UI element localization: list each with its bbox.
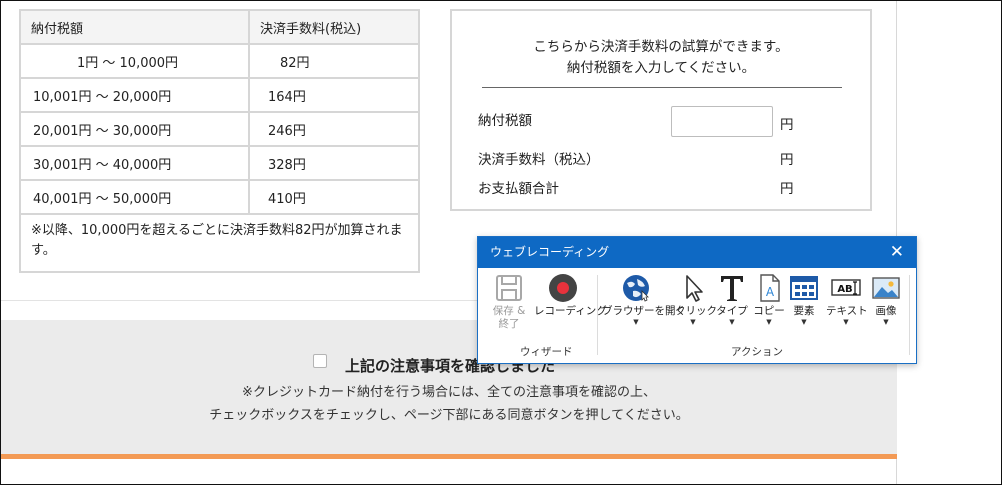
text-type-icon xyxy=(721,276,743,301)
table-row: 40,001円 ～ 50,000円 410円 xyxy=(19,179,420,215)
text-label: テキスト xyxy=(826,305,868,317)
type-button[interactable]: タイプ ▼ xyxy=(714,273,750,326)
table-row: 20,001円 ～ 30,000円 246円 xyxy=(19,111,420,147)
panel-title: ウェブレコーディング xyxy=(490,245,610,259)
dropdown-arrow-icon[interactable]: ▼ xyxy=(602,318,670,326)
agree-checkbox[interactable] xyxy=(313,354,327,368)
dropdown-arrow-icon[interactable]: ▼ xyxy=(787,318,821,326)
copy-button[interactable]: A コピー ▼ xyxy=(752,273,786,326)
fee-cell: 82円 xyxy=(248,43,420,79)
click-button[interactable]: クリック ▼ xyxy=(675,273,717,326)
group-separator xyxy=(597,275,598,355)
calculator-intro-line1: こちらから決済手数料の試算ができます。 xyxy=(533,39,789,55)
panel-titlebar: ウェブレコーディング ✕ xyxy=(478,237,916,268)
record-button[interactable]: レコーディング xyxy=(534,273,607,318)
record-label: レコーディング xyxy=(534,305,607,317)
open-browser-button[interactable]: ブラウザーを開く ▼ xyxy=(602,273,686,326)
dropdown-arrow-icon[interactable]: ▼ xyxy=(826,318,866,326)
range-cell: 30,001円 ～ 40,000円 xyxy=(19,145,250,181)
globe-icon xyxy=(623,275,649,302)
total-unit: 円 xyxy=(780,181,794,197)
fee-cell: 246円 xyxy=(248,111,420,147)
record-icon xyxy=(549,274,577,302)
table-note-row: ※以降、10,000円を超えるごとに決済手数料82円が加算されます。 xyxy=(19,213,420,273)
save-exit-button[interactable]: 保存 & 終了 xyxy=(488,273,530,331)
table-row: 1円 ～ 10,000円 82円 xyxy=(19,43,420,79)
svg-text:AB: AB xyxy=(837,284,852,295)
element-button[interactable]: 要素 ▼ xyxy=(787,273,821,326)
text-button[interactable]: AB テキスト ▼ xyxy=(826,273,868,326)
copy-label: コピー xyxy=(753,305,785,317)
calculator-intro: こちらから決済手数料の試算ができます。 納付税額を入力してください。 xyxy=(452,37,870,79)
header-tax-amount: 納付税額 xyxy=(19,9,250,45)
header-fee: 決済手数料(税込) xyxy=(248,9,420,45)
range-cell: 40,001円 ～ 50,000円 xyxy=(19,179,250,215)
element-label: 要素 xyxy=(793,305,815,317)
calculator-divider xyxy=(482,87,842,88)
type-label: タイプ xyxy=(716,305,748,317)
close-icon[interactable]: ✕ xyxy=(890,237,904,268)
range-cell: 20,001円 ～ 30,000円 xyxy=(19,111,250,147)
image-button[interactable]: 画像 ▼ xyxy=(868,273,904,326)
open-browser-label: ブラウザーを開く xyxy=(602,305,686,317)
dropdown-arrow-icon[interactable]: ▼ xyxy=(675,318,711,326)
dropdown-arrow-icon[interactable]: ▼ xyxy=(868,318,904,326)
tax-amount-label: 納付税額 xyxy=(478,113,532,129)
fee-calculator: こちらから決済手数料の試算ができます。 納付税額を入力してください。 納付税額 … xyxy=(450,9,872,211)
svg-text:A: A xyxy=(766,285,775,299)
fee-table: 納付税額 決済手数料(税込) 1円 ～ 10,000円 82円 10,001円 … xyxy=(19,9,420,273)
table-header-row: 納付税額 決済手数料(税込) xyxy=(19,9,420,45)
copy-document-icon: A xyxy=(760,274,780,302)
fee-note: ※以降、10,000円を超えるごとに決済手数料82円が加算されます。 xyxy=(19,213,420,273)
fee-cell: 164円 xyxy=(248,77,420,113)
dropdown-arrow-icon[interactable]: ▼ xyxy=(752,318,786,326)
image-label: 画像 xyxy=(875,305,897,317)
click-label: クリック xyxy=(675,305,717,317)
group-label-wizard: ウィザード xyxy=(520,346,573,358)
table-row: 10,001円 ～ 20,000円 164円 xyxy=(19,77,420,113)
table-row: 30,001円 ～ 40,000円 328円 xyxy=(19,145,420,181)
tax-amount-unit: 円 xyxy=(780,117,794,133)
accent-divider xyxy=(1,454,897,459)
element-grid-icon xyxy=(790,276,818,300)
total-label: お支払額合計 xyxy=(478,181,559,197)
web-recording-panel: ウェブレコーディング ✕ 保存 & 終了 レコーディング ウィザード ブラウザー… xyxy=(477,236,917,364)
group-label-actions: アクション xyxy=(731,346,783,358)
tax-amount-input[interactable] xyxy=(671,106,773,137)
save-exit-label: 保存 & 終了 xyxy=(492,305,526,330)
screenshot-frame: 納付税額 決済手数料(税込) 1円 ～ 10,000円 82円 10,001円 … xyxy=(0,0,1002,485)
floppy-disk-icon xyxy=(496,275,522,301)
notice-line2: チェックボックスをチェックし、ページ下部にある同意ボタンを押してください。 xyxy=(209,408,689,423)
fee-cell: 328円 xyxy=(248,145,420,181)
image-icon xyxy=(872,277,900,299)
range-cell: 10,001円 ～ 20,000円 xyxy=(19,77,250,113)
fee-label: 決済手数料（税込） xyxy=(478,152,600,168)
group-separator xyxy=(909,275,910,355)
notice-line1: ※クレジットカード納付を行う場合には、全ての注意事項を確認の上、 xyxy=(242,385,656,400)
range-cell: 1円 ～ 10,000円 xyxy=(19,43,250,79)
dropdown-arrow-icon[interactable]: ▼ xyxy=(714,318,750,326)
text-select-icon: AB xyxy=(831,279,861,296)
cursor-arrow-icon xyxy=(686,275,703,302)
calculator-intro-line2: 納付税額を入力してください。 xyxy=(566,60,756,76)
fee-unit: 円 xyxy=(780,152,794,168)
fee-cell: 410円 xyxy=(248,179,420,215)
